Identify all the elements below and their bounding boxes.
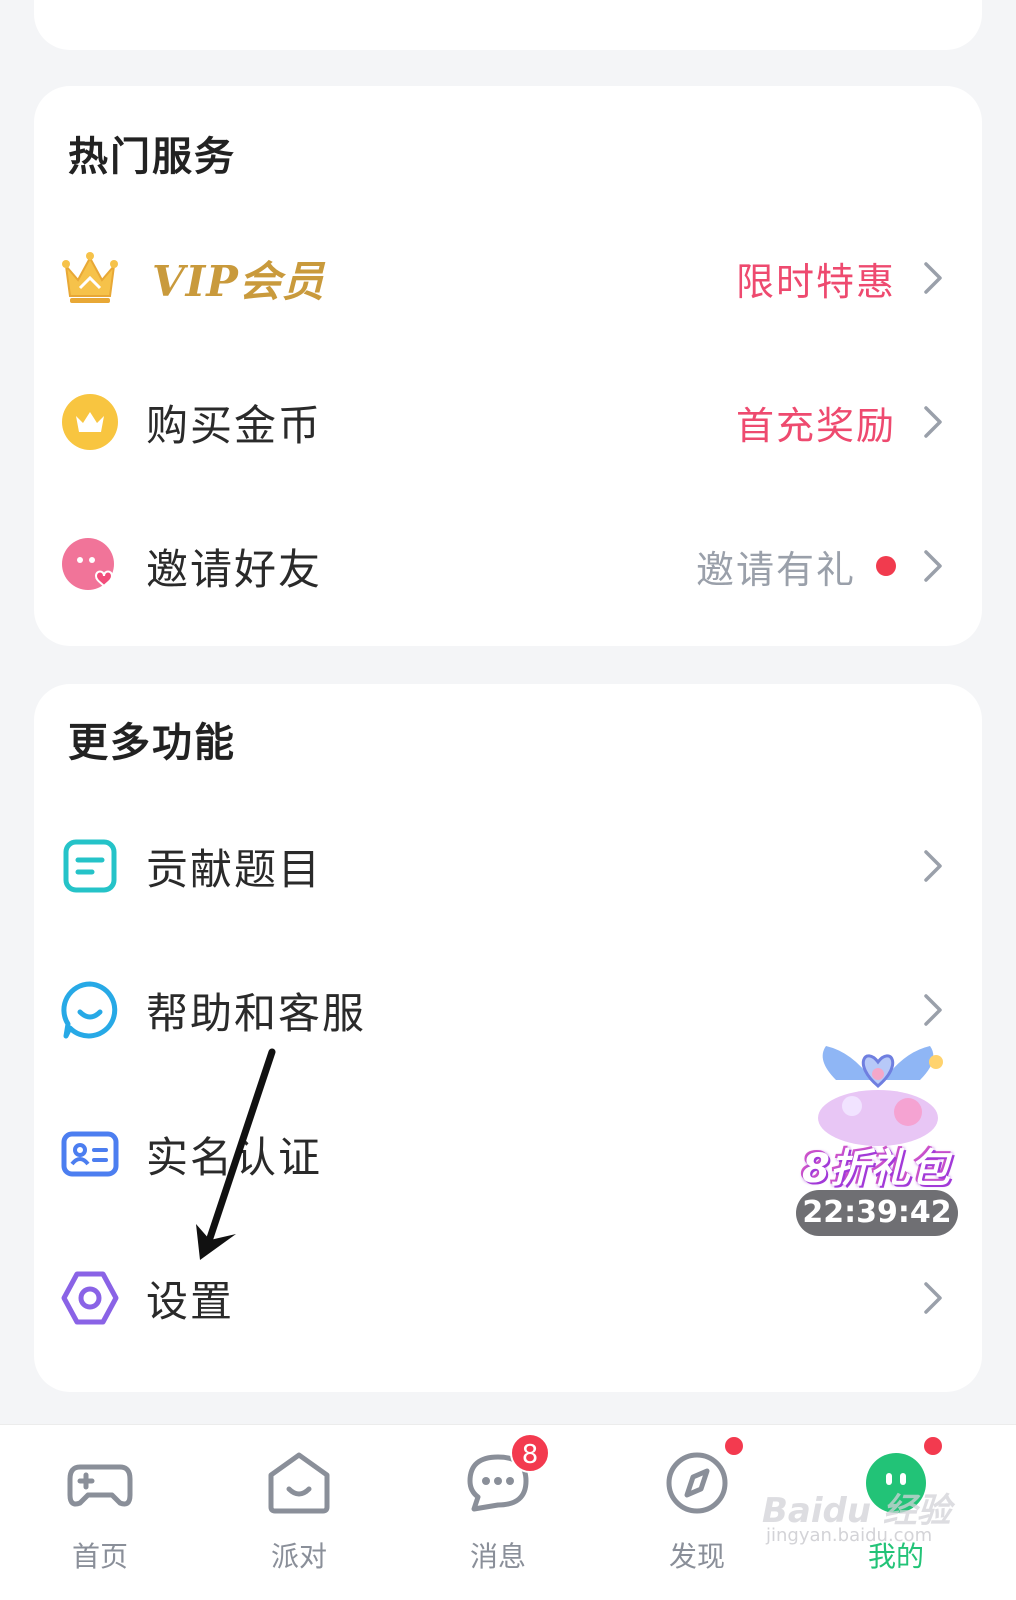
invite-friends-label: 邀请好友 (146, 544, 323, 594)
compass-icon (666, 1452, 728, 1514)
section-title-hot-services: 热门服务 (68, 134, 236, 180)
gold-coin-icon (60, 392, 120, 452)
notification-dot (876, 556, 896, 576)
tab-home[interactable]: 首页 (40, 1435, 160, 1585)
invite-friend-icon (60, 536, 120, 596)
tab-label-discover: 发现 (668, 1540, 725, 1573)
chevron-right-icon (924, 850, 942, 882)
more-features-card: 更多功能 贡献题目 帮助和客服 设置 (34, 684, 982, 1392)
discount-gift-pack-widget[interactable]: 8折礼包 22:39:42 (796, 1040, 960, 1240)
unread-badge: 8 (510, 1433, 550, 1473)
vip-membership-row[interactable]: VIP会员 限时特惠 (34, 218, 982, 338)
invite-friends-row[interactable]: 邀请好友 邀请有礼 (34, 506, 982, 626)
buy-coins-label: 购买金币 (146, 400, 323, 450)
hot-services-card: 热门服务 VIP会员 限时特惠 购买金币 首充奖励 邀请好友 邀请有礼 (34, 86, 982, 646)
settings-row[interactable]: 设置 (34, 1238, 982, 1358)
contribute-questions-row[interactable]: 贡献题目 (34, 806, 982, 926)
gamepad-icon (67, 1464, 133, 1507)
tab-discover[interactable]: 发现 (637, 1435, 757, 1585)
previous-card (34, 0, 982, 50)
section-title-more-features: 更多功能 (68, 720, 236, 766)
tab-messages[interactable]: 8 消息 (438, 1433, 558, 1585)
id-card-icon (60, 1124, 120, 1184)
crown-icon (60, 248, 120, 308)
promo-countdown-timer: 22:39:42 (796, 1190, 958, 1236)
vip-label: VIP会员 (152, 256, 325, 306)
annotation-arrow-icon (196, 1048, 276, 1260)
document-icon (60, 836, 120, 896)
tab-party[interactable]: 派对 (239, 1435, 359, 1585)
bottom-tab-bar: 首页 派对 8 消息 发现 我的 Baidu 经验 jingyan.baidu.… (0, 1424, 1016, 1600)
vip-promo-text: 限时特惠 (735, 259, 896, 304)
notification-dot (723, 1435, 745, 1457)
chevron-right-icon (924, 262, 942, 294)
settings-label: 设置 (146, 1276, 235, 1326)
help-support-label: 帮助和客服 (146, 988, 367, 1038)
chevron-right-icon (924, 994, 942, 1026)
promo-title: 8折礼包 (802, 1146, 950, 1192)
tab-label-party: 派对 (270, 1540, 327, 1573)
chevron-right-icon (924, 406, 942, 438)
baidu-watermark-url: jingyan.baidu.com (766, 1525, 933, 1546)
buy-coins-row[interactable]: 购买金币 首充奖励 (34, 362, 982, 482)
chevron-right-icon (924, 1282, 942, 1314)
gift-pack-illustration-icon (818, 1046, 943, 1146)
invite-gift-text: 邀请有礼 (695, 547, 856, 592)
first-recharge-text: 首充奖励 (735, 403, 896, 448)
customer-service-icon (60, 980, 120, 1040)
contribute-questions-label: 贡献题目 (146, 844, 323, 894)
tab-label-home: 首页 (71, 1540, 128, 1573)
tab-label-messages: 消息 (469, 1540, 526, 1573)
house-smile-icon (268, 1452, 330, 1514)
settings-hexagon-icon (60, 1268, 120, 1328)
notification-dot (922, 1435, 944, 1457)
chevron-right-icon (924, 550, 942, 582)
